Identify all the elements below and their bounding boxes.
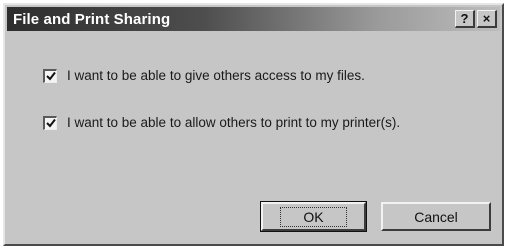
- help-icon[interactable]: ?: [455, 10, 475, 28]
- ok-button[interactable]: OK: [260, 201, 367, 232]
- print-sharing-label: I want to be able to allow others to pri…: [67, 115, 401, 130]
- ok-button-label: OK: [280, 206, 347, 227]
- close-icon[interactable]: ×: [477, 10, 497, 28]
- option-file-sharing[interactable]: I want to be able to give others access …: [43, 68, 365, 83]
- cancel-button[interactable]: Cancel: [381, 202, 491, 231]
- dialog-title: File and Print Sharing: [13, 10, 171, 28]
- title-bar[interactable]: File and Print Sharing ? ×: [7, 7, 500, 31]
- file-sharing-label: I want to be able to give others access …: [67, 68, 365, 83]
- checkmark-icon: [45, 71, 56, 81]
- option-print-sharing[interactable]: I want to be able to allow others to pri…: [43, 115, 400, 130]
- checkmark-icon: [45, 118, 56, 128]
- file-print-sharing-dialog: File and Print Sharing ? × I want to be …: [3, 3, 504, 246]
- print-sharing-checkbox[interactable]: [43, 115, 57, 130]
- file-sharing-checkbox[interactable]: [43, 68, 57, 83]
